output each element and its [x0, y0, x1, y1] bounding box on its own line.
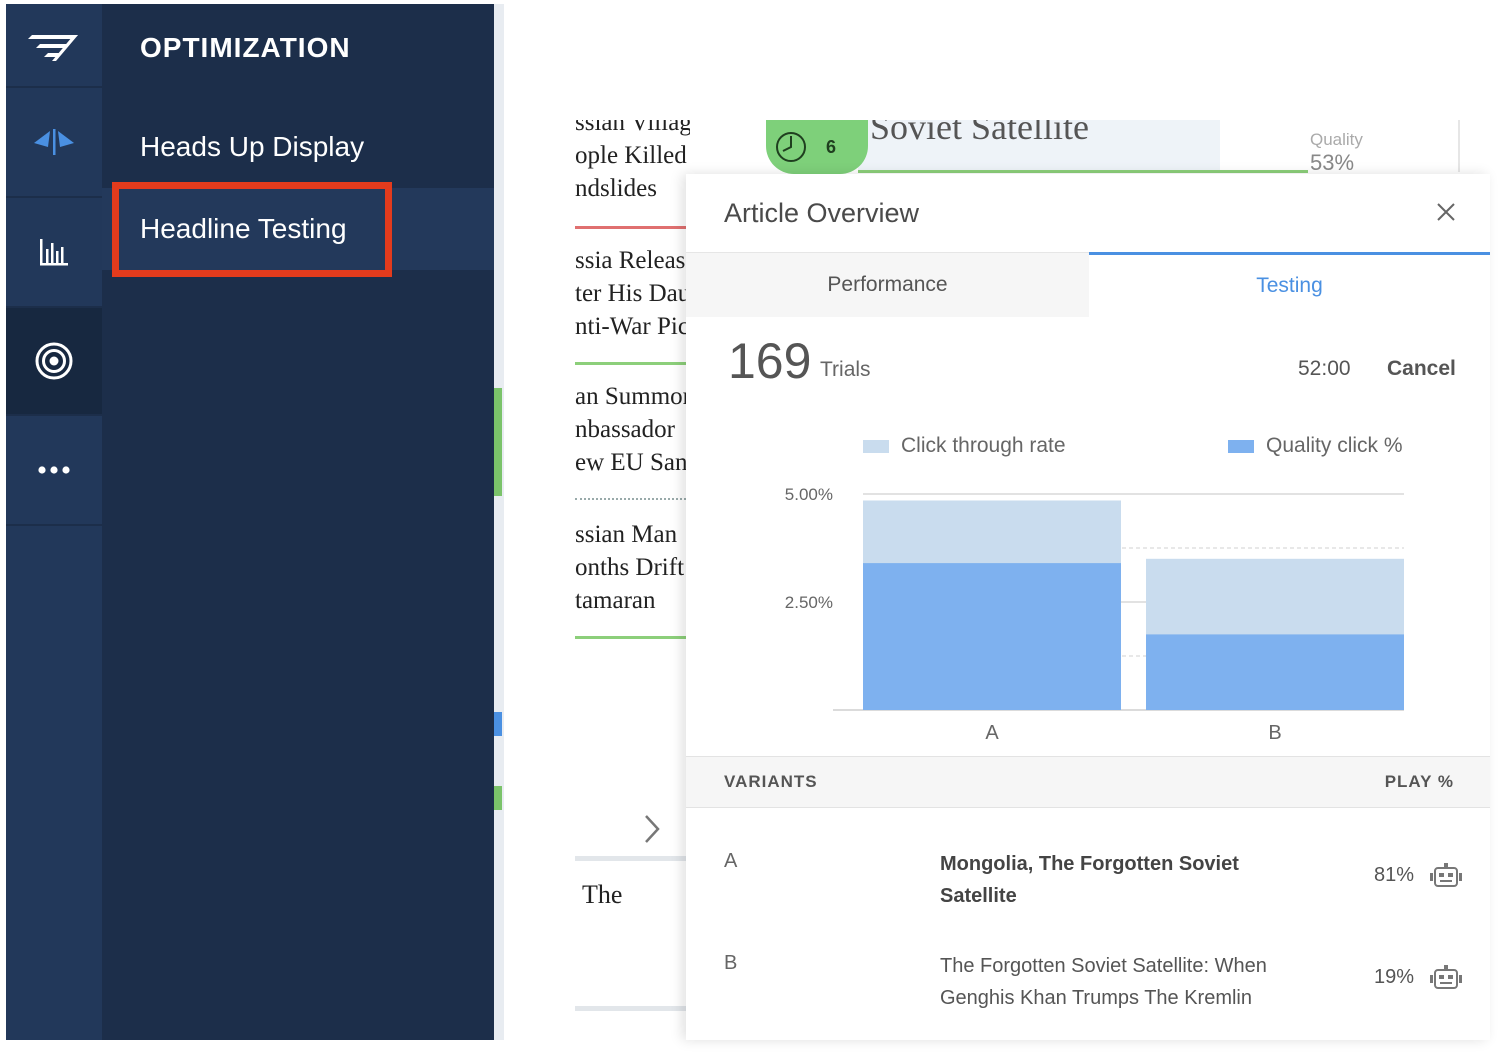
variant-id: B	[724, 952, 738, 974]
bar-a-series-1	[863, 563, 1121, 710]
rail-optimization[interactable]	[6, 308, 102, 414]
legend-quality-click: Quality click %	[1228, 434, 1403, 458]
test-timer-badge[interactable]: 6	[766, 120, 868, 174]
list-item[interactable]: ew EU Sanc	[575, 446, 690, 479]
variant-headline: Mongolia, The Forgotten Soviet Satellite	[940, 853, 1239, 907]
tab-testing[interactable]: Testing	[1089, 252, 1490, 316]
trials-label: Trials	[820, 358, 871, 381]
variant-headline: The Forgotten Soviet Satellite: When Gen…	[940, 955, 1267, 1009]
list-item[interactable]: ndslides	[575, 172, 690, 205]
list-item[interactable]: an Summons	[575, 380, 690, 413]
status-line	[858, 170, 1308, 173]
panel-tabs: Performance Testing	[686, 252, 1490, 317]
robot-icon[interactable]	[1429, 964, 1463, 992]
quality-value: 53%	[1310, 150, 1355, 172]
variants-column-header: VARIANTS	[724, 772, 818, 791]
list-item[interactable]: ssia Releases	[575, 244, 690, 277]
rail-analytics[interactable]	[6, 198, 102, 306]
list-item[interactable]: ople Killed In Floods	[575, 139, 690, 172]
divider	[575, 636, 690, 639]
list-item[interactable]: ssian Man	[575, 518, 690, 551]
background-article-title: Soviet Satellite	[858, 120, 1220, 172]
article-overview-panel: Article Overview Performance Testing 169…	[686, 174, 1490, 1040]
quality-label: Quality	[1310, 130, 1363, 149]
more-dots-icon	[38, 466, 70, 474]
y-tick-label: 5.00%	[785, 485, 833, 504]
variant-play-percent: 19%	[1374, 966, 1415, 988]
list-item[interactable]: nti-War Pic	[575, 310, 690, 343]
cancel-test-button[interactable]: Cancel	[1387, 357, 1456, 381]
icon-rail	[6, 4, 102, 1040]
rail-more[interactable]	[6, 416, 102, 524]
timer-count: 6	[826, 136, 837, 157]
rail-hud[interactable]	[6, 88, 102, 196]
time-remaining: 52:00	[1298, 357, 1351, 380]
logo-icon	[28, 35, 78, 61]
divider-strip	[494, 4, 504, 1040]
background-text: The	[582, 880, 623, 909]
x-tick-label: B	[1268, 722, 1281, 744]
clock-icon	[776, 132, 806, 162]
list-item[interactable]: tamaran	[575, 584, 690, 617]
robot-icon[interactable]	[1429, 862, 1463, 890]
testing-bar-chart: 5.00% 2.50% A B	[785, 485, 1404, 744]
tab-performance[interactable]: Performance	[686, 252, 1089, 317]
trials-count: 169	[728, 333, 812, 389]
menu-item-headline-testing[interactable]: Headline Testing	[102, 188, 494, 270]
divider	[575, 856, 690, 861]
variant-play-percent: 81%	[1374, 864, 1415, 886]
optimization-menu: OPTIMIZATION Heads Up Display Headline T…	[102, 4, 494, 1040]
app-logo[interactable]	[6, 4, 102, 86]
legend-click-through-rate: Click through rate	[863, 434, 1066, 458]
split-arrows-icon	[34, 129, 74, 155]
panel-title: Article Overview	[724, 198, 920, 228]
legend-swatch	[863, 439, 889, 453]
divider	[575, 226, 690, 229]
list-item[interactable]: nbassador	[575, 413, 690, 446]
target-icon	[35, 342, 73, 380]
bar-chart-icon	[40, 239, 68, 266]
list-item[interactable]: ssian Village Buried In	[575, 120, 690, 139]
divider	[575, 1006, 690, 1011]
legend-swatch	[1228, 439, 1254, 453]
close-icon[interactable]	[1430, 196, 1462, 228]
x-tick-label: A	[985, 722, 999, 744]
chevron-right-icon[interactable]	[640, 812, 664, 855]
bar-b-series-1	[1146, 634, 1404, 710]
legend-label: Click through rate	[901, 434, 1066, 457]
menu-item-heads-up-display[interactable]: Heads Up Display	[102, 106, 494, 188]
y-tick-label: 2.50%	[785, 593, 833, 612]
list-item[interactable]: onths Drift	[575, 551, 690, 584]
variants-header: VARIANTS PLAY %	[686, 756, 1490, 808]
play-column-header: PLAY %	[1384, 772, 1454, 791]
menu-section-title: OPTIMIZATION	[140, 32, 351, 63]
divider	[575, 498, 690, 501]
divider	[575, 362, 690, 365]
background-quality: Quality 53%	[1222, 120, 1460, 172]
list-item[interactable]: ter His Dau	[575, 277, 690, 310]
legend-label: Quality click %	[1266, 434, 1403, 457]
variant-id: A	[724, 850, 738, 872]
article-title-text: Soviet Satellite	[870, 120, 1089, 147]
rail-empty	[6, 526, 102, 1040]
